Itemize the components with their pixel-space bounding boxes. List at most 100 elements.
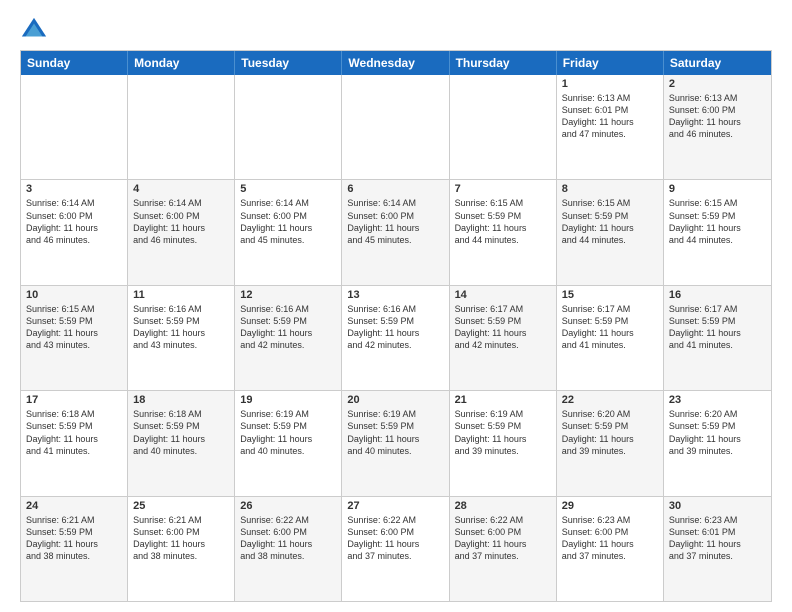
cal-cell-5: 5 Sunrise: 6:14 AM Sunset: 6:00 PM Daylig… bbox=[235, 180, 342, 284]
day-number: 19 bbox=[240, 394, 336, 406]
day-number: 30 bbox=[669, 500, 766, 512]
cal-cell-21: 21 Sunrise: 6:19 AM Sunset: 5:59 PM Dayli… bbox=[450, 391, 557, 495]
cell-info: Sunrise: 6:13 AM Sunset: 6:01 PM Dayligh… bbox=[562, 92, 658, 141]
cal-cell-13: 13 Sunrise: 6:16 AM Sunset: 5:59 PM Dayli… bbox=[342, 286, 449, 390]
day-number: 22 bbox=[562, 394, 658, 406]
day-number: 10 bbox=[26, 289, 122, 301]
day-number: 21 bbox=[455, 394, 551, 406]
cell-info: Sunrise: 6:20 AM Sunset: 5:59 PM Dayligh… bbox=[562, 408, 658, 457]
cell-info: Sunrise: 6:14 AM Sunset: 6:00 PM Dayligh… bbox=[240, 197, 336, 246]
cal-cell-empty-0-3 bbox=[342, 75, 449, 179]
cal-cell-24: 24 Sunrise: 6:21 AM Sunset: 5:59 PM Dayli… bbox=[21, 497, 128, 601]
cal-cell-10: 10 Sunrise: 6:15 AM Sunset: 5:59 PM Dayli… bbox=[21, 286, 128, 390]
cell-info: Sunrise: 6:17 AM Sunset: 5:59 PM Dayligh… bbox=[669, 303, 766, 352]
cell-info: Sunrise: 6:16 AM Sunset: 5:59 PM Dayligh… bbox=[133, 303, 229, 352]
cal-cell-empty-0-4 bbox=[450, 75, 557, 179]
cell-info: Sunrise: 6:19 AM Sunset: 5:59 PM Dayligh… bbox=[455, 408, 551, 457]
cal-row-2: 10 Sunrise: 6:15 AM Sunset: 5:59 PM Dayli… bbox=[21, 286, 771, 391]
header-day-saturday: Saturday bbox=[664, 51, 771, 75]
calendar-body: 1 Sunrise: 6:13 AM Sunset: 6:01 PM Daylig… bbox=[21, 75, 771, 601]
cal-cell-7: 7Sunrise: 6:15 AM Sunset: 5:59 PM Daylig… bbox=[450, 180, 557, 284]
day-number: 5 bbox=[240, 183, 336, 195]
cell-info: Sunrise: 6:21 AM Sunset: 6:00 PM Dayligh… bbox=[133, 514, 229, 563]
header-day-tuesday: Tuesday bbox=[235, 51, 342, 75]
cell-info: Sunrise: 6:15 AM Sunset: 5:59 PM Dayligh… bbox=[562, 197, 658, 246]
day-number: 6 bbox=[347, 183, 443, 195]
header-day-sunday: Sunday bbox=[21, 51, 128, 75]
cell-info: Sunrise: 6:23 AM Sunset: 6:00 PM Dayligh… bbox=[562, 514, 658, 563]
day-number: 9 bbox=[669, 183, 766, 195]
cell-info: Sunrise: 6:14 AM Sunset: 6:00 PM Dayligh… bbox=[26, 197, 122, 246]
day-number: 11 bbox=[133, 289, 229, 301]
day-number: 24 bbox=[26, 500, 122, 512]
cell-info: Sunrise: 6:14 AM Sunset: 6:00 PM Dayligh… bbox=[347, 197, 443, 246]
day-number: 27 bbox=[347, 500, 443, 512]
cal-cell-4: 4Sunrise: 6:14 AM Sunset: 6:00 PM Daylig… bbox=[128, 180, 235, 284]
cell-info: Sunrise: 6:20 AM Sunset: 5:59 PM Dayligh… bbox=[669, 408, 766, 457]
cal-row-3: 17 Sunrise: 6:18 AM Sunset: 5:59 PM Dayli… bbox=[21, 391, 771, 496]
day-number: 3 bbox=[26, 183, 122, 195]
cell-info: Sunrise: 6:18 AM Sunset: 5:59 PM Dayligh… bbox=[133, 408, 229, 457]
day-number: 26 bbox=[240, 500, 336, 512]
page: SundayMondayTuesdayWednesdayThursdayFrid… bbox=[0, 0, 792, 612]
cell-info: Sunrise: 6:16 AM Sunset: 5:59 PM Dayligh… bbox=[347, 303, 443, 352]
header-day-monday: Monday bbox=[128, 51, 235, 75]
cal-cell-19: 19 Sunrise: 6:19 AM Sunset: 5:59 PM Dayli… bbox=[235, 391, 342, 495]
cal-cell-16: 16 Sunrise: 6:17 AM Sunset: 5:59 PM Dayli… bbox=[664, 286, 771, 390]
cal-cell-9: 9 Sunrise: 6:15 AM Sunset: 5:59 PM Daylig… bbox=[664, 180, 771, 284]
calendar-header: SundayMondayTuesdayWednesdayThursdayFrid… bbox=[21, 51, 771, 75]
cell-info: Sunrise: 6:22 AM Sunset: 6:00 PM Dayligh… bbox=[455, 514, 551, 563]
cell-info: Sunrise: 6:19 AM Sunset: 5:59 PM Dayligh… bbox=[240, 408, 336, 457]
cell-info: Sunrise: 6:15 AM Sunset: 5:59 PM Dayligh… bbox=[26, 303, 122, 352]
cal-cell-12: 12 Sunrise: 6:16 AM Sunset: 5:59 PM Dayli… bbox=[235, 286, 342, 390]
cal-cell-28: 28 Sunrise: 6:22 AM Sunset: 6:00 PM Dayli… bbox=[450, 497, 557, 601]
cell-info: Sunrise: 6:15 AM Sunset: 5:59 PM Dayligh… bbox=[455, 197, 551, 246]
day-number: 8 bbox=[562, 183, 658, 195]
day-number: 12 bbox=[240, 289, 336, 301]
cell-info: Sunrise: 6:15 AM Sunset: 5:59 PM Dayligh… bbox=[669, 197, 766, 246]
day-number: 15 bbox=[562, 289, 658, 301]
cal-cell-18: 18 Sunrise: 6:18 AM Sunset: 5:59 PM Dayli… bbox=[128, 391, 235, 495]
cal-cell-26: 26 Sunrise: 6:22 AM Sunset: 6:00 PM Dayli… bbox=[235, 497, 342, 601]
cell-info: Sunrise: 6:22 AM Sunset: 6:00 PM Dayligh… bbox=[347, 514, 443, 563]
day-number: 14 bbox=[455, 289, 551, 301]
cal-row-4: 24 Sunrise: 6:21 AM Sunset: 5:59 PM Dayli… bbox=[21, 497, 771, 601]
day-number: 1 bbox=[562, 78, 658, 90]
cal-cell-3: 3 Sunrise: 6:14 AM Sunset: 6:00 PM Daylig… bbox=[21, 180, 128, 284]
cell-info: Sunrise: 6:17 AM Sunset: 5:59 PM Dayligh… bbox=[455, 303, 551, 352]
header-day-thursday: Thursday bbox=[450, 51, 557, 75]
cell-info: Sunrise: 6:21 AM Sunset: 5:59 PM Dayligh… bbox=[26, 514, 122, 563]
cal-cell-23: 23 Sunrise: 6:20 AM Sunset: 5:59 PM Dayli… bbox=[664, 391, 771, 495]
cal-cell-15: 15 Sunrise: 6:17 AM Sunset: 5:59 PM Dayli… bbox=[557, 286, 664, 390]
cal-cell-30: 30Sunrise: 6:23 AM Sunset: 6:01 PM Dayli… bbox=[664, 497, 771, 601]
day-number: 25 bbox=[133, 500, 229, 512]
cell-info: Sunrise: 6:18 AM Sunset: 5:59 PM Dayligh… bbox=[26, 408, 122, 457]
cal-cell-empty-0-0 bbox=[21, 75, 128, 179]
day-number: 16 bbox=[669, 289, 766, 301]
cal-cell-8: 8 Sunrise: 6:15 AM Sunset: 5:59 PM Daylig… bbox=[557, 180, 664, 284]
cell-info: Sunrise: 6:22 AM Sunset: 6:00 PM Dayligh… bbox=[240, 514, 336, 563]
cell-info: Sunrise: 6:17 AM Sunset: 5:59 PM Dayligh… bbox=[562, 303, 658, 352]
cell-info: Sunrise: 6:16 AM Sunset: 5:59 PM Dayligh… bbox=[240, 303, 336, 352]
logo-icon bbox=[20, 16, 48, 44]
cell-info: Sunrise: 6:13 AM Sunset: 6:00 PM Dayligh… bbox=[669, 92, 766, 141]
cell-info: Sunrise: 6:19 AM Sunset: 5:59 PM Dayligh… bbox=[347, 408, 443, 457]
cal-cell-empty-0-1 bbox=[128, 75, 235, 179]
cal-cell-2: 2Sunrise: 6:13 AM Sunset: 6:00 PM Daylig… bbox=[664, 75, 771, 179]
cal-cell-1: 1 Sunrise: 6:13 AM Sunset: 6:01 PM Daylig… bbox=[557, 75, 664, 179]
cal-row-0: 1 Sunrise: 6:13 AM Sunset: 6:01 PM Daylig… bbox=[21, 75, 771, 180]
day-number: 28 bbox=[455, 500, 551, 512]
header-day-friday: Friday bbox=[557, 51, 664, 75]
day-number: 4 bbox=[133, 183, 229, 195]
day-number: 23 bbox=[669, 394, 766, 406]
day-number: 13 bbox=[347, 289, 443, 301]
day-number: 18 bbox=[133, 394, 229, 406]
day-number: 17 bbox=[26, 394, 122, 406]
cal-cell-22: 22 Sunrise: 6:20 AM Sunset: 5:59 PM Dayli… bbox=[557, 391, 664, 495]
cal-cell-25: 25 Sunrise: 6:21 AM Sunset: 6:00 PM Dayli… bbox=[128, 497, 235, 601]
header bbox=[20, 16, 772, 44]
header-day-wednesday: Wednesday bbox=[342, 51, 449, 75]
cal-cell-29: 29Sunrise: 6:23 AM Sunset: 6:00 PM Dayli… bbox=[557, 497, 664, 601]
cal-row-1: 3 Sunrise: 6:14 AM Sunset: 6:00 PM Daylig… bbox=[21, 180, 771, 285]
cal-cell-empty-0-2 bbox=[235, 75, 342, 179]
